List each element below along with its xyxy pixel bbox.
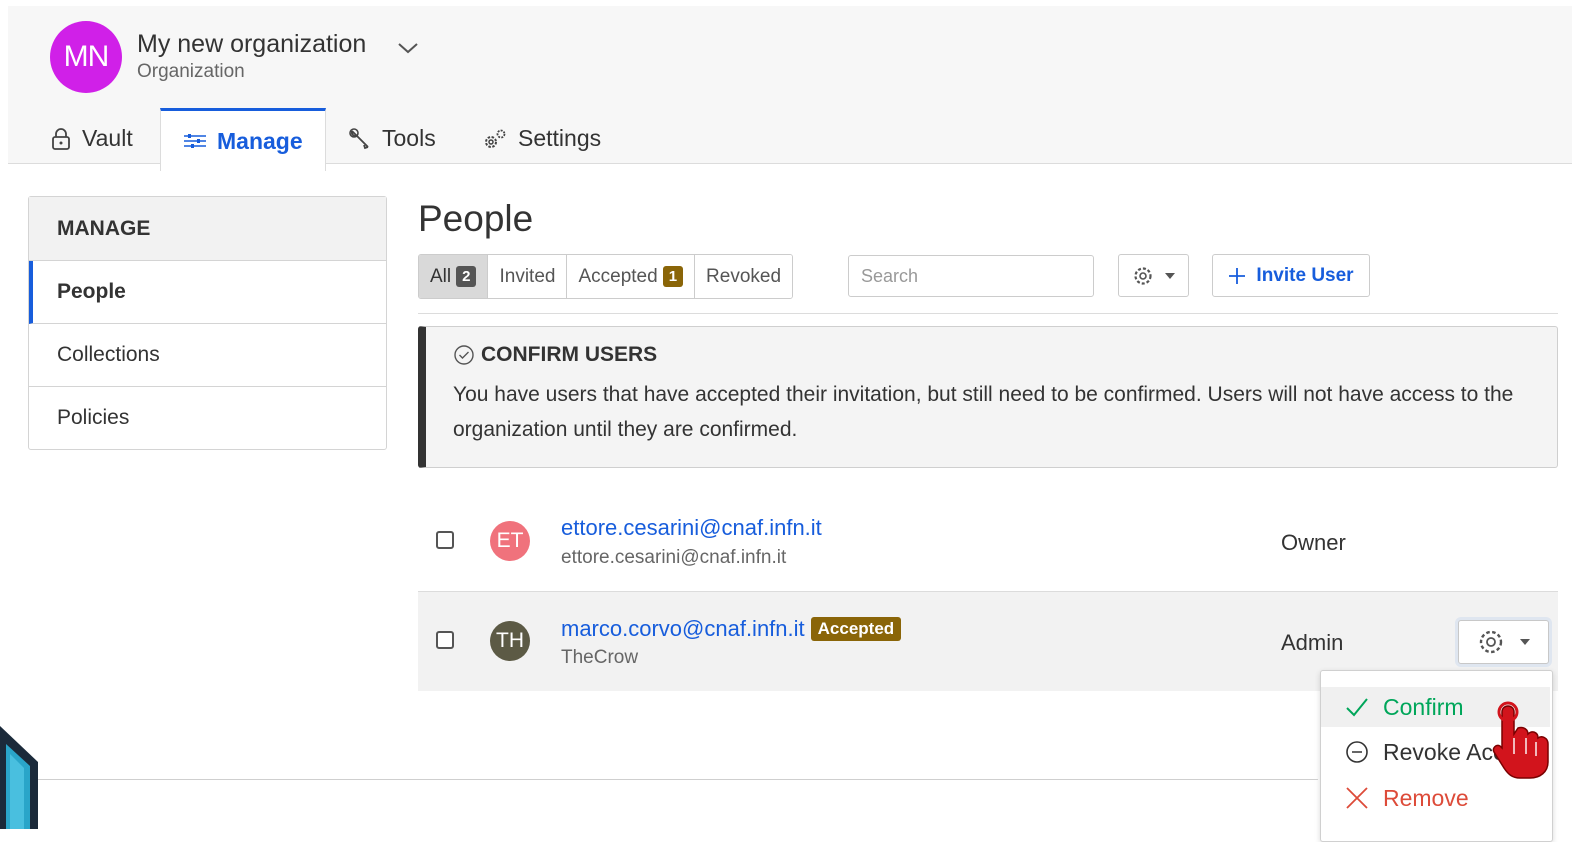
wrench-icon (349, 127, 369, 149)
table-row: ET ettore.cesarini@cnaf.infn.it ettore.c… (418, 496, 1558, 592)
confirm-users-callout: CONFIRM USERS You have users that have a… (418, 326, 1558, 468)
caret-down-icon (1519, 639, 1530, 645)
row-checkbox[interactable] (436, 631, 454, 649)
minus-circle-icon (1346, 741, 1368, 763)
avatar: TH (490, 621, 530, 661)
divider (418, 313, 1558, 314)
row-checkbox[interactable] (436, 531, 454, 549)
user-role: Admin (1281, 630, 1344, 655)
check-icon (1346, 698, 1368, 717)
org-name[interactable]: My new organization (137, 30, 366, 59)
page-title: People (418, 198, 534, 239)
corner-decoration-icon (0, 726, 38, 829)
search-input[interactable] (848, 255, 1094, 297)
invite-user-button[interactable]: Invite User (1212, 254, 1370, 297)
cogs-icon (485, 129, 506, 148)
user-email-link[interactable]: marco.corvo@cnaf.infn.it (561, 616, 805, 641)
lock-icon (52, 127, 70, 150)
user-email-link[interactable]: ettore.cesarini@cnaf.infn.it (561, 515, 822, 541)
footer-divider (28, 779, 1318, 780)
plus-icon (1229, 267, 1246, 284)
menu-item-remove[interactable]: Remove (1321, 778, 1550, 818)
row-options-button[interactable] (1458, 620, 1549, 664)
status-filter-group: All 2 Invited Accepted 1 Revoked (418, 254, 794, 299)
user-name: ettore.cesarini@cnaf.infn.it (561, 547, 787, 568)
sidebar-heading: MANAGE (29, 197, 386, 261)
tab-vault[interactable]: Vault (50, 110, 133, 167)
pointer-hand-icon (1492, 701, 1549, 779)
close-icon (1346, 787, 1368, 809)
manage-sidebar: MANAGE People Collections Policies (28, 196, 387, 450)
sidebar-item-policies[interactable]: Policies (29, 387, 386, 449)
filter-accepted[interactable]: Accepted 1 (567, 255, 696, 298)
sidebar-item-collections[interactable]: Collections (29, 324, 386, 387)
tab-manage[interactable]: Manage (160, 108, 326, 171)
tab-settings[interactable]: Settings (482, 110, 601, 167)
gear-icon (1133, 266, 1152, 285)
callout-title: CONFIRM USERS (481, 343, 658, 366)
chevron-down-icon[interactable] (396, 40, 420, 56)
user-name: TheCrow (561, 647, 639, 668)
user-role: Owner (1281, 530, 1346, 555)
filter-all[interactable]: All 2 (419, 255, 489, 298)
check-circle-icon (454, 345, 474, 365)
filter-revoked[interactable]: Revoked (695, 255, 793, 298)
sliders-icon (184, 134, 206, 148)
tab-tools[interactable]: Tools (348, 110, 436, 167)
gear-icon (1479, 630, 1502, 654)
callout-body: You have users that have accepted their … (453, 383, 1514, 441)
org-header: MN My new organization Organization Vaul… (8, 6, 1572, 171)
filter-invited[interactable]: Invited (488, 255, 568, 298)
count-badge: 1 (662, 266, 684, 287)
caret-down-icon (1164, 272, 1175, 279)
avatar: ET (490, 521, 530, 561)
org-subtitle: Organization (137, 61, 245, 82)
status-badge: Accepted (810, 617, 902, 641)
org-avatar: MN (50, 21, 122, 93)
sidebar-item-people[interactable]: People (29, 261, 386, 324)
count-badge: 2 (456, 266, 477, 287)
bulk-actions-button[interactable] (1118, 254, 1189, 297)
